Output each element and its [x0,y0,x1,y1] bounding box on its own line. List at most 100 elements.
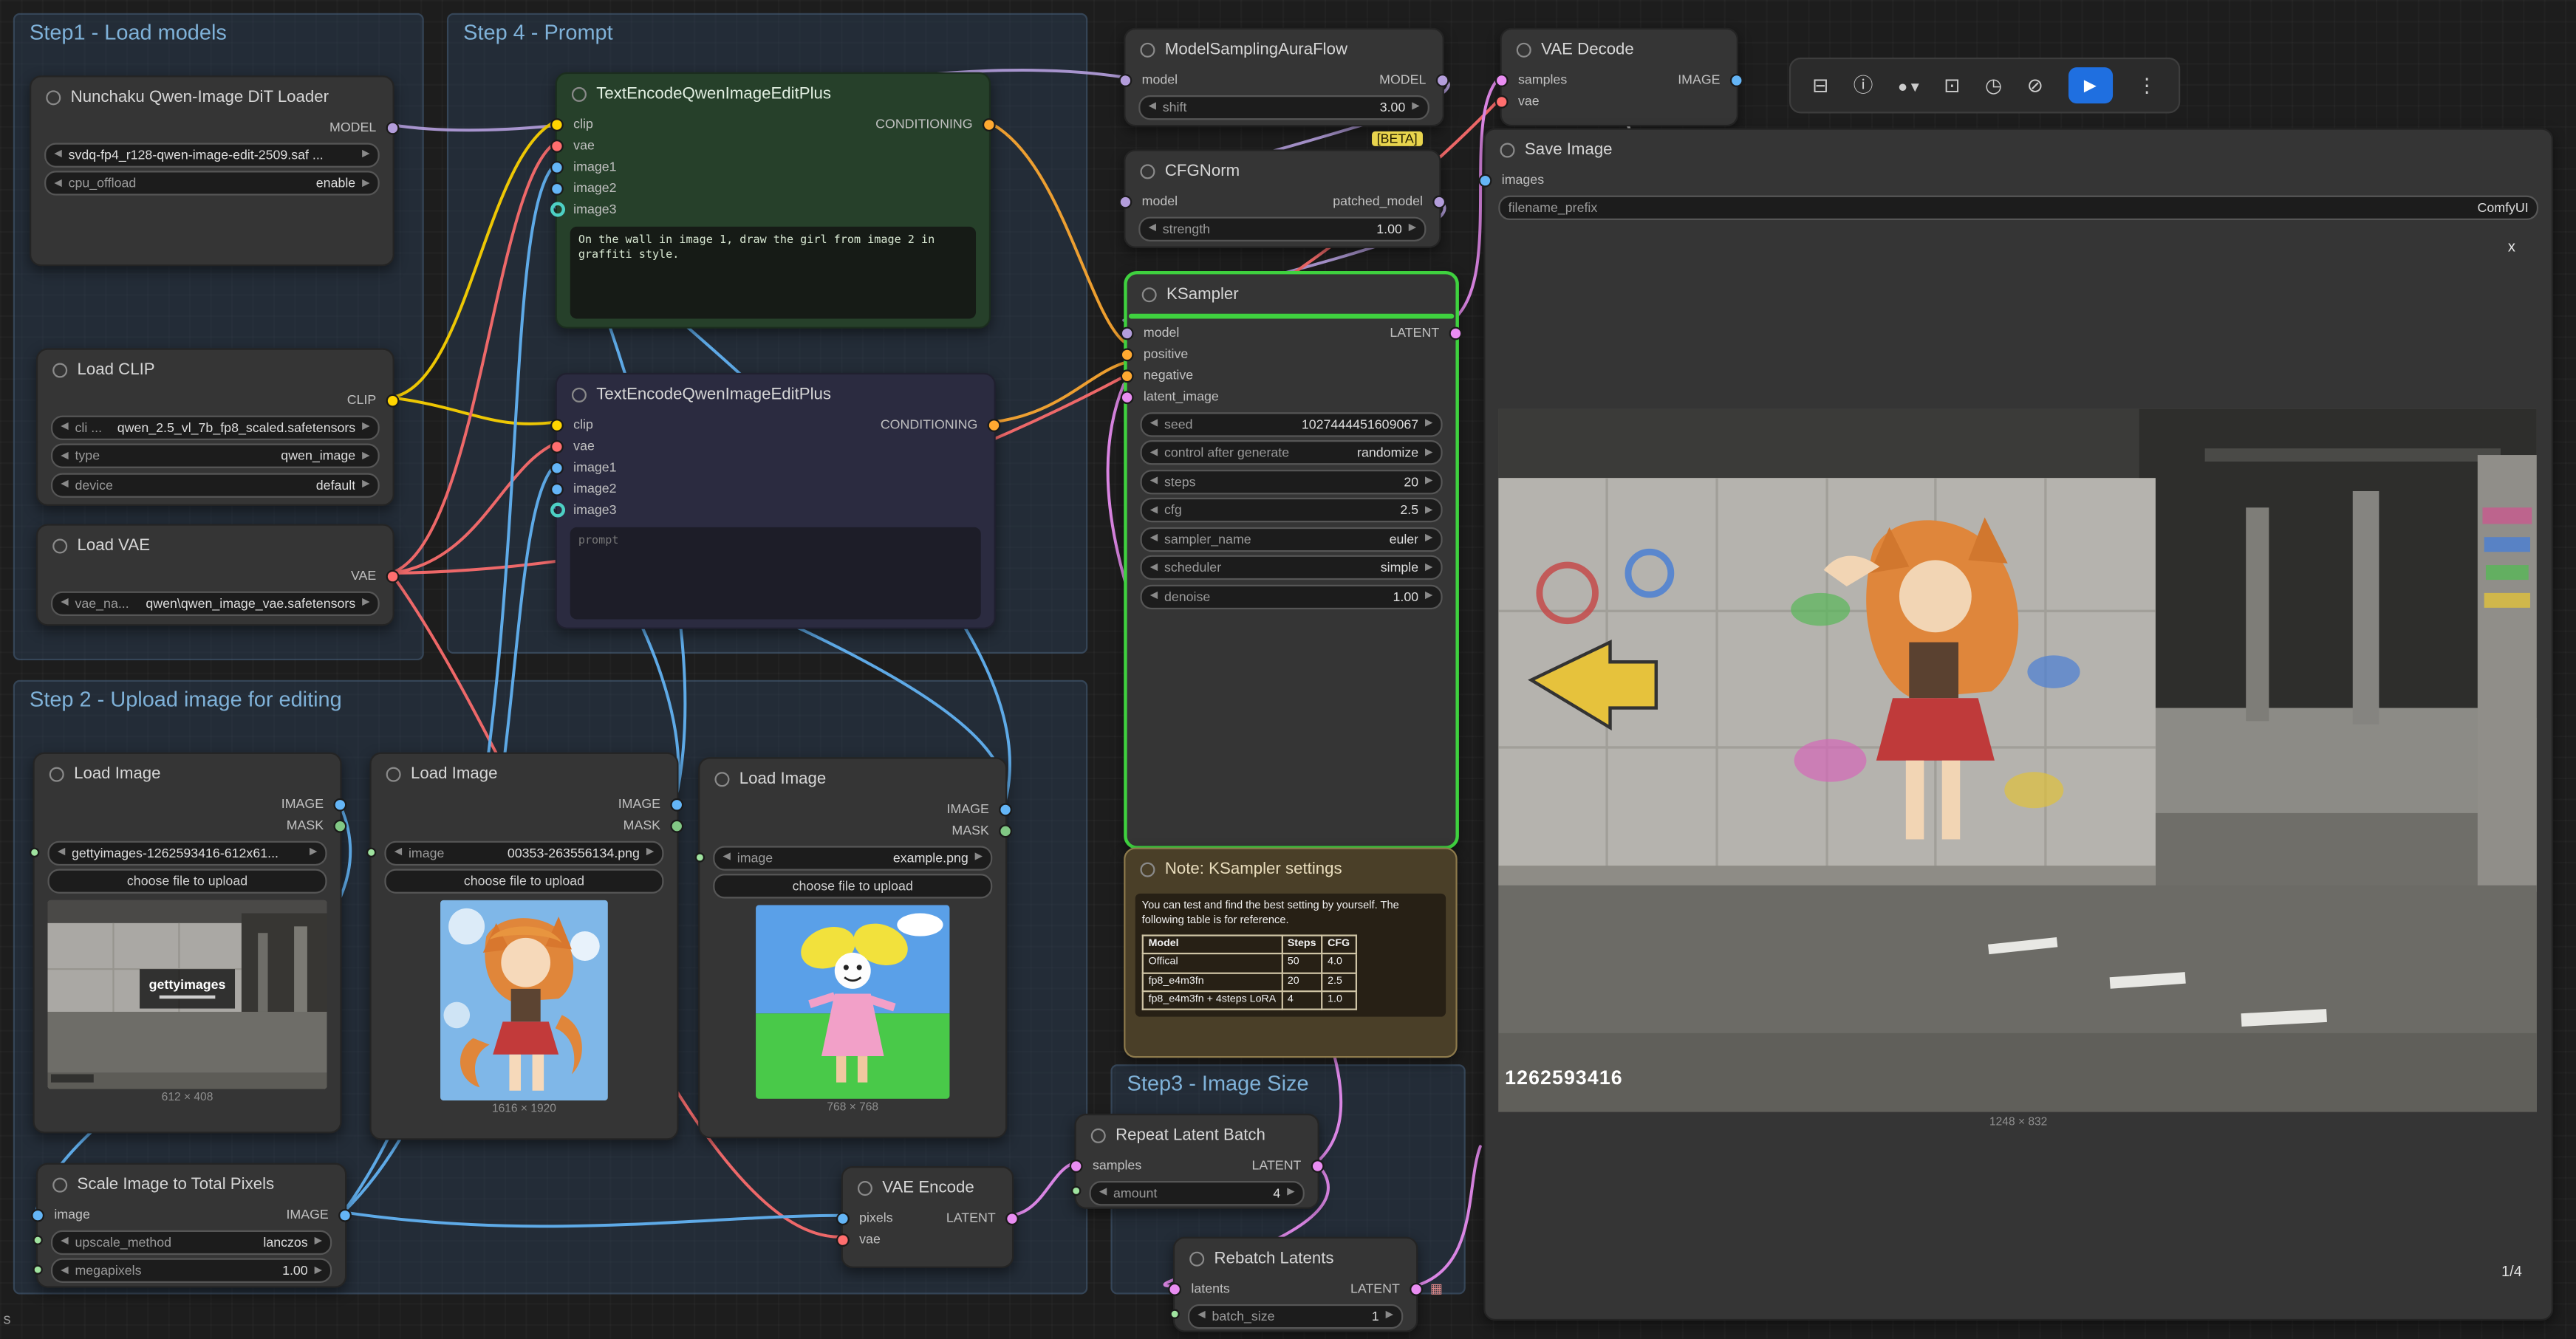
output-port-image[interactable] [670,798,683,811]
widget-model-path[interactable]: svdq-fp4_r128-qwen-image-edit-2509.saf .… [44,142,380,166]
increment-icon[interactable] [1425,419,1432,428]
increment-icon[interactable] [1287,1188,1294,1197]
next-value-icon[interactable] [1425,563,1432,572]
disable-icon[interactable] [2027,75,2043,95]
next-value-icon[interactable] [646,848,654,857]
more-icon[interactable] [2137,75,2157,95]
node-header[interactable]: Note: KSampler settings [1125,849,1455,888]
node-header[interactable]: Save Image [1485,130,2551,169]
output-port-latent[interactable] [1410,1282,1423,1295]
input-port-image1[interactable] [550,461,564,474]
node-cfgnorm[interactable]: CFGNorm model patched_model strength 1.0… [1124,149,1441,247]
upload-button[interactable]: choose file to upload [47,869,327,893]
prev-value-icon[interactable] [61,598,68,608]
output-port-image[interactable] [338,1208,352,1222]
node-header[interactable]: Load Image [372,754,677,793]
node-load-image-3[interactable]: Load Image IMAGE MASK image example.png … [698,757,1007,1138]
collapse-dot-icon[interactable] [49,766,64,781]
next-value-icon[interactable] [362,178,369,188]
input-port-clip[interactable] [550,117,564,131]
input-port-image3[interactable] [550,503,565,518]
output-port-mask[interactable] [670,819,683,832]
widget-control-after-generate[interactable]: control after generate randomize [1140,440,1442,465]
output-port-model[interactable] [386,120,400,134]
increment-icon[interactable] [1425,476,1432,486]
node-load-vae[interactable]: Load VAE VAE vae_na... qwen\qwen_image_v… [36,524,394,626]
node-header[interactable]: VAE Decode [1502,30,1737,69]
node-header[interactable]: Load Image [700,758,1005,798]
node-repeat-latent-batch[interactable]: Repeat Latent Batch samples LATENT amoun… [1074,1114,1319,1209]
increment-icon[interactable] [315,1266,322,1275]
node-nunchaku-dit-loader[interactable]: Nunchaku Qwen-Image DiT Loader MODEL svd… [30,75,394,266]
input-port-images[interactable] [1479,174,1492,187]
node-header[interactable]: Load CLIP [38,350,392,389]
node-scale-image-total-pixels[interactable]: Scale Image to Total Pixels image IMAGE … [36,1163,346,1288]
image-preview[interactable] [756,905,949,1098]
collapse-dot-icon[interactable] [46,89,61,104]
widget-cfg[interactable]: cfg 2.5 [1140,498,1442,522]
widget-input-port[interactable] [1070,1186,1080,1196]
collapse-dot-icon[interactable] [1091,1128,1106,1143]
output-port-vae[interactable] [386,569,400,583]
collapse-dot-icon[interactable] [1189,1251,1204,1266]
prev-value-icon[interactable] [723,852,731,862]
collapse-dot-icon[interactable] [1517,42,1531,57]
node-header[interactable]: Load Image [35,754,341,793]
node-vae-encode[interactable]: VAE Encode pixels LATENT vae [841,1166,1014,1268]
widget-shift[interactable]: shift 3.00 [1138,95,1429,119]
widget-amount[interactable]: amount 4 [1090,1180,1305,1205]
next-value-icon[interactable] [310,848,317,857]
run-button[interactable]: ▶ [2068,67,2112,103]
node-header[interactable]: CFGNorm [1125,151,1439,191]
decrement-icon[interactable] [1150,592,1158,601]
widget-steps[interactable]: steps 20 [1140,469,1442,493]
group-title[interactable]: Step3 - Image Size [1113,1066,1464,1100]
theme-icon[interactable] [1898,75,1919,96]
fit-view-icon[interactable] [1944,75,1960,95]
prev-value-icon[interactable] [61,451,68,460]
close-preview-button[interactable]: x [2508,238,2515,254]
image-preview[interactable]: gettyimages [47,900,327,1089]
decrement-icon[interactable] [61,1266,68,1275]
input-port-positive[interactable] [1121,347,1134,360]
widget-input-port[interactable] [1169,1309,1178,1319]
collapse-dot-icon[interactable] [714,771,729,786]
widget-upscale-method[interactable]: upscale_method lanczos [51,1230,332,1254]
next-value-icon[interactable] [362,479,369,489]
node-header[interactable]: ModelSamplingAuraFlow [1125,30,1442,69]
node-graph-canvas[interactable]: Step1 - Load models Step 4 - Prompt Step… [0,0,2576,1339]
reroute-grid-icon[interactable]: ▦ [1430,1281,1443,1296]
collapse-dot-icon[interactable] [1140,42,1155,57]
prev-value-icon[interactable] [58,848,65,857]
decrement-icon[interactable] [1150,505,1158,515]
input-port-clip[interactable] [550,418,564,431]
node-modelsampling-auraflow[interactable]: ModelSamplingAuraFlow model MODEL shift … [1124,28,1444,126]
input-port-latent-image[interactable] [1121,390,1134,403]
decrement-icon[interactable] [1149,223,1156,233]
collapse-dot-icon[interactable] [52,538,67,552]
prev-value-icon[interactable] [61,479,68,489]
canvas-toolbar[interactable]: ▶ [1789,58,2180,114]
next-value-icon[interactable] [362,149,369,159]
input-port-image2[interactable] [550,182,564,195]
node-save-image[interactable]: Save Image images filename_prefix ComfyU… [1483,128,2553,1321]
upload-button[interactable]: choose file to upload [384,869,663,893]
prompt-textarea[interactable]: prompt [570,527,981,620]
widget-batch-size[interactable]: batch_size 1 [1188,1304,1403,1328]
input-port-image1[interactable] [550,160,564,174]
node-header[interactable]: Rebatch Latents [1175,1239,1416,1278]
collapse-dot-icon[interactable] [1140,861,1155,876]
next-value-icon[interactable] [1425,534,1432,544]
node-vae-decode[interactable]: VAE Decode samples IMAGE vae [1500,28,1738,126]
increment-icon[interactable] [1425,592,1432,601]
next-value-icon[interactable] [362,422,369,432]
increment-icon[interactable] [1386,1311,1393,1321]
group-title[interactable]: Step 4 - Prompt [448,15,1086,49]
widget-input-port[interactable] [32,1235,41,1244]
input-port-samples[interactable] [1495,73,1509,86]
next-value-icon[interactable] [315,1237,322,1247]
widget-cpu-offload[interactable]: cpu_offload enable [44,171,380,195]
decrement-icon[interactable] [1150,419,1158,428]
saved-image-preview[interactable] [1498,409,2537,1112]
widget-strength[interactable]: strength 1.00 [1138,216,1426,240]
